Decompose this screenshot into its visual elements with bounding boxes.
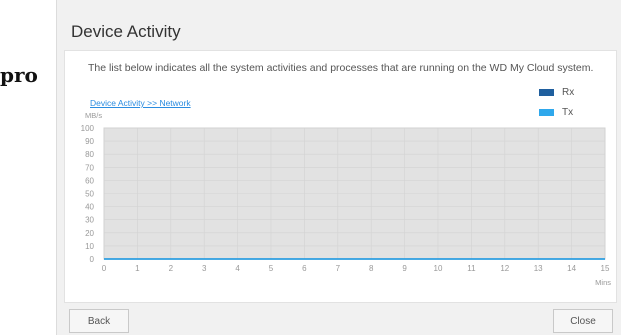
back-button[interactable]: Back xyxy=(69,309,129,333)
close-button[interactable]: Close xyxy=(553,309,613,333)
x-tick-label: 6 xyxy=(302,264,307,273)
y-tick-label: 0 xyxy=(90,255,95,264)
y-tick-label: 90 xyxy=(85,137,94,146)
x-tick-label: 7 xyxy=(336,264,341,273)
x-tick-label: 10 xyxy=(434,264,443,273)
x-tick-label: 14 xyxy=(567,264,576,273)
background-page-text: pro xyxy=(0,63,38,87)
x-tick-label: 1 xyxy=(135,264,140,273)
device-activity-dialog: Device Activity The list below indicates… xyxy=(56,0,621,335)
x-tick-label: 13 xyxy=(534,264,543,273)
y-tick-label: 50 xyxy=(85,190,94,199)
x-tick-label: 2 xyxy=(169,264,174,273)
x-tick-label: 4 xyxy=(235,264,240,273)
x-tick-label: 9 xyxy=(402,264,407,273)
y-tick-label: 60 xyxy=(85,176,94,185)
network-activity-chart: 01020304050607080901000 1 2 3 4 5 6 7 8 9 10 11 12 13… xyxy=(81,124,612,287)
dialog-content: The list below indicates all the system … xyxy=(64,50,617,303)
dialog-title: Device Activity xyxy=(71,22,181,41)
x-tick-label: 12 xyxy=(500,264,509,273)
x-tick-label: 11 xyxy=(467,264,476,273)
x-tick-label: 8 xyxy=(369,264,374,273)
y-tick-label: 40 xyxy=(85,203,94,212)
x-tick-label: 5 xyxy=(269,264,274,273)
y-tick-label: 70 xyxy=(85,163,94,172)
x-tick-label: 15 xyxy=(601,264,610,273)
x-tick-label: 3 xyxy=(202,264,207,273)
y-tick-label: 100 xyxy=(81,124,95,133)
x-axis-label: Mins xyxy=(595,278,611,287)
y-tick-label: 30 xyxy=(85,216,94,225)
y-tick-label: 10 xyxy=(85,242,94,251)
x-tick-label: 0 xyxy=(102,264,107,273)
y-tick-label: 20 xyxy=(85,229,94,238)
y-tick-label: 80 xyxy=(85,150,94,159)
